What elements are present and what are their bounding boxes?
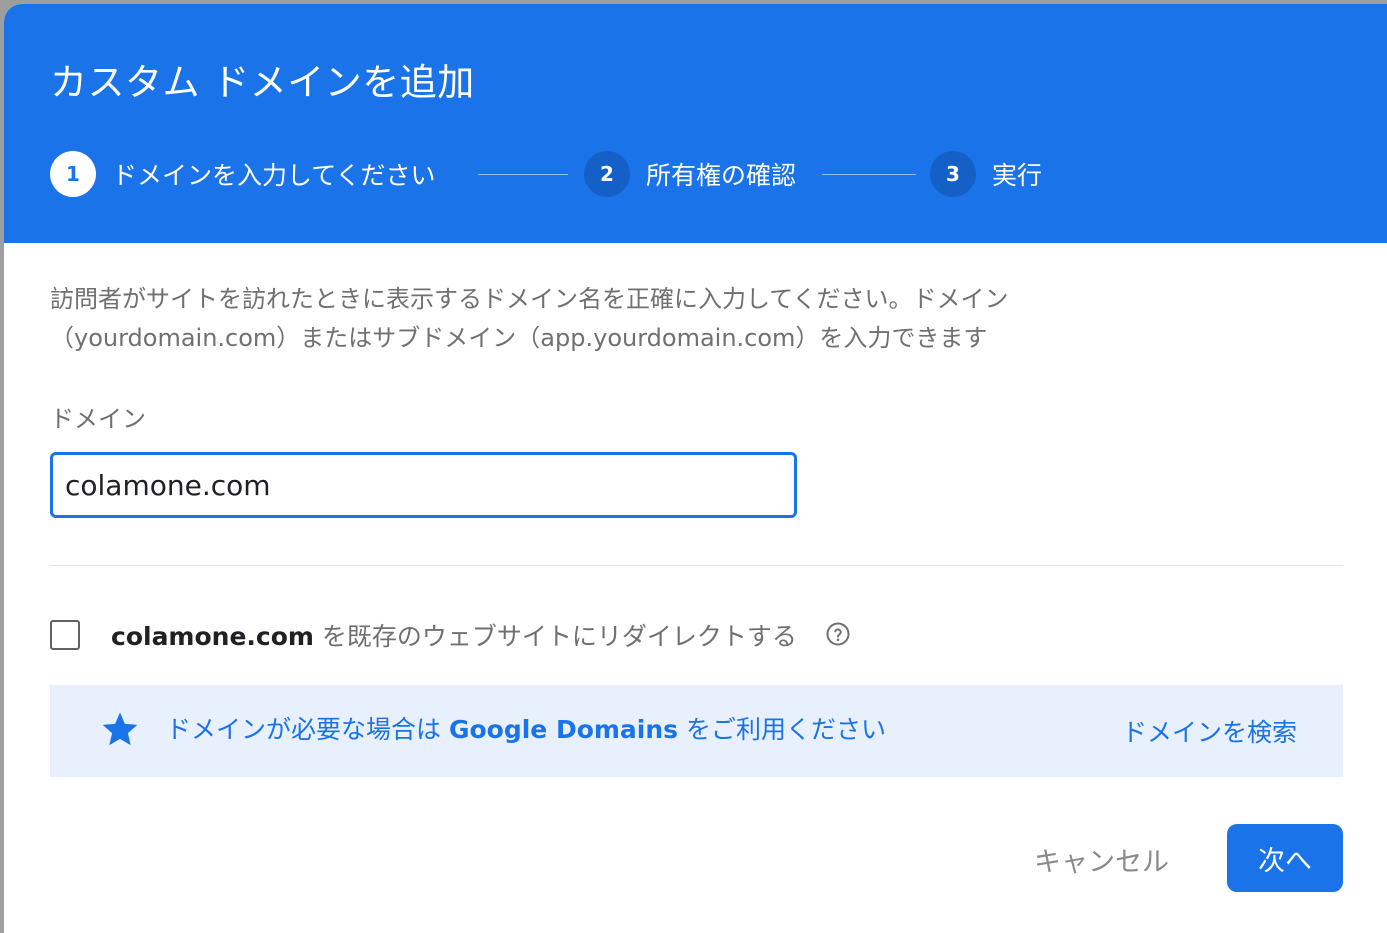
divider [50,565,1343,566]
step-1-number: 1 [50,151,96,197]
step-1-label: ドメインを入力してください [112,161,436,190]
dialog-header: カスタム ドメインを追加 1 ドメインを入力してください 2 所有権の確認 3 … [4,4,1387,243]
redirect-text: を既存のウェブサイトにリダイレクトする [313,622,797,651]
step-connector [478,174,568,175]
step-3-label: 実行 [992,161,1043,190]
description-line: 訪問者がサイトを訪れたときに表示するドメイン名を正確に入力してください。ドメイン [50,285,1009,313]
redirect-checkbox[interactable] [50,620,80,650]
google-domains-brand: Google Domains [448,715,679,744]
description-line: （yourdomain.com）またはサブドメイン（app.yourdomain… [50,324,988,352]
step-2-number: 2 [584,151,630,197]
banner-message: ドメインが必要な場合は Google Domains をご利用ください [166,710,886,746]
search-domain-link[interactable]: ドメインを検索 [1122,713,1297,749]
step-3-number: 3 [930,151,976,197]
help-circle-icon[interactable] [826,622,850,646]
description: 訪問者がサイトを訪れたときに表示するドメイン名を正確に入力してください。ドメイン… [50,280,1190,358]
redirect-label: colamone.com を既存のウェブサイトにリダイレクトする [111,617,797,653]
domain-input[interactable] [50,452,797,518]
google-domains-banner: ドメインが必要な場合は Google Domains をご利用ください ドメイン… [50,685,1343,777]
next-button[interactable]: 次へ [1227,824,1343,892]
redirect-domain: colamone.com [111,622,314,651]
step-connector [822,174,916,175]
domain-field-label: ドメイン [50,405,146,433]
star-icon [102,712,138,746]
banner-text-after: をご利用ください [678,715,886,744]
cancel-button[interactable]: キャンセル [1034,840,1169,879]
banner-text-before: ドメインが必要な場合は [166,715,449,744]
dialog-title: カスタム ドメインを追加 [50,61,475,104]
step-2-label: 所有権の確認 [646,161,797,190]
add-custom-domain-dialog: カスタム ドメインを追加 1 ドメインを入力してください 2 所有権の確認 3 … [4,4,1387,933]
